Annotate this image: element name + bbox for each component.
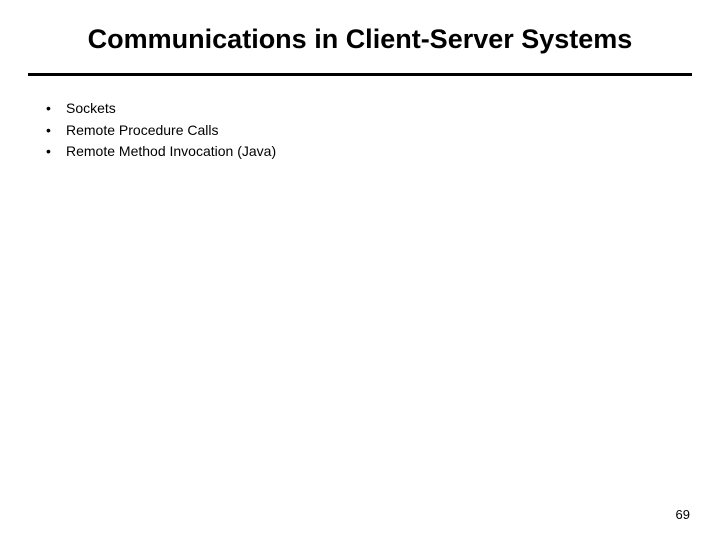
list-item: Remote Method Invocation (Java)	[46, 141, 692, 163]
slide-container: Communications in Client-Server Systems …	[0, 0, 720, 540]
page-number: 69	[676, 507, 690, 522]
slide-title: Communications in Client-Server Systems	[28, 24, 692, 73]
title-divider	[28, 73, 692, 76]
list-item: Sockets	[46, 98, 692, 120]
list-item: Remote Procedure Calls	[46, 120, 692, 142]
bullet-list: Sockets Remote Procedure Calls Remote Me…	[28, 98, 692, 163]
